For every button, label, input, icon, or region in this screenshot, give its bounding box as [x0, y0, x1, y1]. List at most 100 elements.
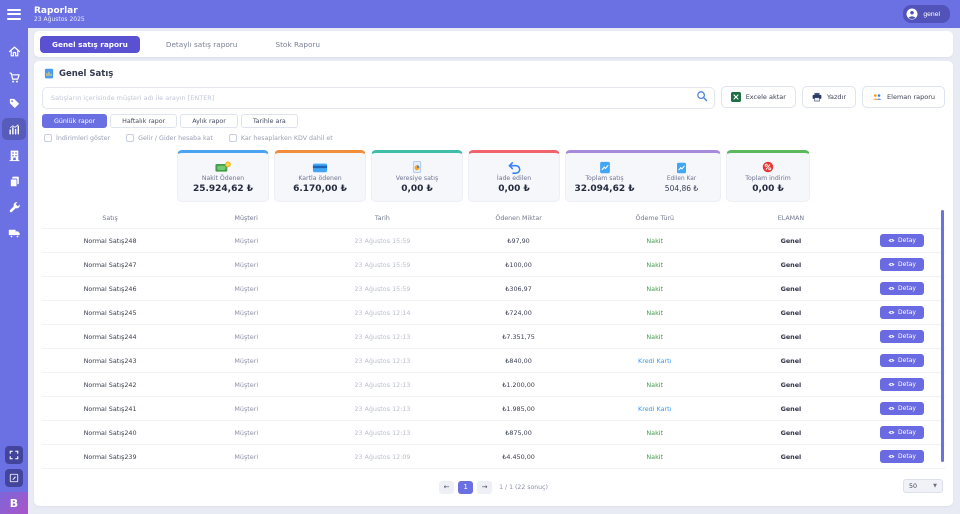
chevron-down-icon: ▼: [933, 483, 937, 489]
period-button[interactable]: Tarihle ara: [241, 114, 298, 128]
eye-icon: [888, 262, 895, 267]
sidebar-item-products[interactable]: [2, 92, 26, 114]
page-size-select[interactable]: 50 ▼: [903, 479, 943, 493]
detail-button-label: Detay: [898, 405, 916, 412]
staff-report-button[interactable]: Eleman raporu: [862, 86, 945, 108]
cell-amount: ₺1.200,00: [451, 381, 587, 389]
summary-card-card: Kartla ödenen 6.170,00 ₺: [274, 150, 366, 202]
cell-payment-type: Nakit: [587, 309, 723, 317]
table-row: Normal Satış242 Müşteri 23 Ağustos 12:13…: [42, 372, 945, 396]
panel-header: Genel Satış: [42, 67, 945, 85]
cell-payment-type: Nakit: [587, 453, 723, 461]
checkbox-box[interactable]: [229, 134, 237, 142]
filter-checkbox[interactable]: Kar hesaplarken KDV dahil et: [229, 134, 333, 142]
detail-button[interactable]: Detay: [880, 426, 924, 439]
cell-amount: ₺840,00: [451, 357, 587, 365]
report-doc-icon: [44, 68, 54, 79]
period-button[interactable]: Günlük rapor: [42, 114, 107, 128]
search-input[interactable]: [42, 87, 715, 109]
summary-cards: Nakit Ödenen 25.924,62 ₺ Kartla ödenen 6…: [42, 150, 945, 202]
cell-sale-name: Normal Satış243: [42, 357, 178, 365]
detail-button[interactable]: Detay: [880, 330, 924, 343]
period-button[interactable]: Haftalık rapor: [110, 114, 177, 128]
profit-col: Edilen Kar 504,86 ₺: [643, 162, 720, 193]
card-label: Toplam indirim: [745, 175, 791, 182]
sidebar-item-documents[interactable]: [2, 170, 26, 192]
detail-button[interactable]: Detay: [880, 234, 924, 247]
export-excel-button[interactable]: Excele aktar: [721, 86, 796, 108]
detail-button-label: Detay: [898, 333, 916, 340]
sidebar-item-settings[interactable]: [2, 196, 26, 218]
detail-button[interactable]: Detay: [880, 282, 924, 295]
checkbox-box[interactable]: [44, 134, 52, 142]
filter-checkboxes: İndirimleri göster Gelir / Gider hesaba k…: [42, 134, 945, 142]
fullscreen-button[interactable]: [5, 446, 23, 464]
detail-button[interactable]: Detay: [880, 378, 924, 391]
sidebar-item-sales[interactable]: [2, 66, 26, 88]
cell-amount: ₺875,00: [451, 429, 587, 437]
printer-icon: [812, 92, 822, 102]
eye-icon: [888, 382, 895, 387]
period-button[interactable]: Aylık rapor: [180, 114, 238, 128]
eye-icon: [888, 406, 895, 411]
page-subtitle: 23 Ağustos 2025: [34, 16, 85, 23]
table-header: SatışMüşteriTarihÖdenen MiktarÖdeme Türü…: [42, 208, 945, 228]
cell-staff: Genel: [723, 357, 859, 365]
summary-card-total-sales: Toplam satış 32.094,62 ₺ Edilen Kar 504,…: [565, 150, 721, 202]
cell-date: 23 Ağustos 12:13: [314, 405, 450, 413]
eye-icon: [888, 358, 895, 363]
next-page-button[interactable]: →: [477, 481, 492, 494]
cell-staff: Genel: [723, 261, 859, 269]
checkbox-box[interactable]: [126, 134, 134, 142]
eye-icon: [888, 334, 895, 339]
cell-payment-type: Nakit: [587, 285, 723, 293]
tab-2[interactable]: Detaylı satış raporu: [154, 36, 250, 53]
table-scrollbar[interactable]: [941, 210, 944, 462]
tab-1[interactable]: Genel satış raporu: [40, 36, 140, 53]
filter-checkbox[interactable]: Gelir / Gider hesaba kat: [126, 134, 213, 142]
export-excel-label: Excele aktar: [746, 93, 786, 101]
tab-3[interactable]: Stok Raporu: [263, 36, 332, 53]
print-button[interactable]: Yazdır: [802, 86, 856, 108]
sales-table: SatışMüşteriTarihÖdenen MiktarÖdeme Türü…: [42, 208, 945, 474]
sidebar-bottom: B: [0, 446, 28, 514]
cell-date: 23 Ağustos 12:13: [314, 381, 450, 389]
search-icon[interactable]: [696, 90, 708, 102]
page-title: Raporlar: [34, 6, 85, 16]
sidebar-item-reports[interactable]: [2, 118, 26, 140]
user-menu[interactable]: genel: [903, 5, 950, 23]
detail-button[interactable]: Detay: [880, 450, 924, 463]
detail-button[interactable]: Detay: [880, 354, 924, 367]
cell-customer: Müşteri: [178, 237, 314, 245]
filter-checkbox[interactable]: İndirimleri göster: [44, 134, 110, 142]
current-page-button[interactable]: 1: [458, 481, 473, 494]
sidebar-item-company[interactable]: [2, 144, 26, 166]
detail-button[interactable]: Detay: [880, 258, 924, 271]
cell-payment-type: Kredi Kartı: [587, 405, 723, 413]
menu-toggle-icon[interactable]: [0, 0, 28, 28]
eye-icon: [888, 286, 895, 291]
cell-customer: Müşteri: [178, 453, 314, 461]
edit-button[interactable]: [5, 469, 23, 487]
reports-page: B Raporlar 23 Ağustos 2025 genel Genel s…: [0, 0, 960, 514]
cell-amount: ₺7.351,75: [451, 333, 587, 341]
card-label: İade edilen: [497, 175, 531, 182]
card-label: Veresiye satış: [396, 175, 439, 182]
detail-button[interactable]: Detay: [880, 402, 924, 415]
card-label: Nakit Ödenen: [202, 175, 244, 182]
app-logo[interactable]: B: [0, 492, 28, 514]
search-wrap: [42, 85, 715, 109]
cell-sale-name: Normal Satış248: [42, 237, 178, 245]
panel-title: Genel Satış: [59, 69, 113, 79]
prev-page-button[interactable]: ←: [439, 481, 454, 494]
general-sales-panel: Genel Satış Excele aktar Yazdır: [34, 61, 953, 506]
cell-payment-type: Nakit: [587, 429, 723, 437]
checkbox-label: İndirimleri göster: [56, 135, 110, 142]
sidebar-item-delivery[interactable]: [2, 222, 26, 244]
sidebar-item-home[interactable]: [2, 40, 26, 62]
undo-arrow-icon: [507, 161, 522, 174]
eye-icon: [888, 310, 895, 315]
cell-customer: Müşteri: [178, 381, 314, 389]
cell-date: 23 Ağustos 12:13: [314, 333, 450, 341]
detail-button[interactable]: Detay: [880, 306, 924, 319]
